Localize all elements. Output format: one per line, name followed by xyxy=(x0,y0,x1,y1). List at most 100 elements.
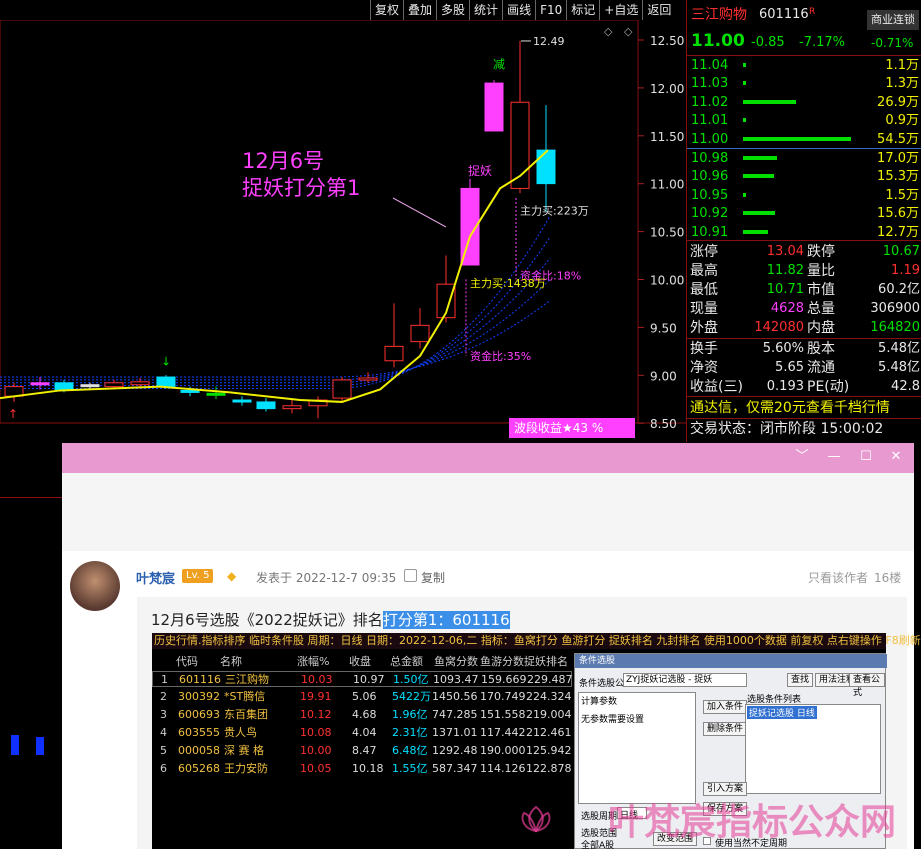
candle-body xyxy=(156,376,176,388)
volume-area xyxy=(0,445,62,849)
table-cell: 1292.48 xyxy=(432,744,478,757)
toolbar-button[interactable]: 复权 xyxy=(370,0,403,20)
toolbar-button[interactable]: 叠加 xyxy=(403,0,436,20)
formula-select[interactable]: ZYJ捉妖记选股 - 捉妖 xyxy=(623,673,747,687)
table-cell: 8.47 xyxy=(352,744,377,757)
toolbar-button[interactable]: 统计 xyxy=(469,0,502,20)
find-button[interactable]: 查找 xyxy=(787,673,814,687)
table-row[interactable]: 5 000058 深 赛 格 10.00 8.47 6.48亿 1292.48 190.000… xyxy=(152,743,572,759)
post-text-selected[interactable]: 打分第1：601116 xyxy=(382,611,510,629)
table-header[interactable]: 鱼窝分数 xyxy=(434,653,478,669)
stat-value: 5.65 xyxy=(775,360,804,375)
price-change-pct: -7.17% xyxy=(799,35,845,50)
stat-value: 10.71 xyxy=(766,282,804,297)
table-cell: 4.68 xyxy=(352,708,377,721)
stat-value: 164820 xyxy=(870,320,920,335)
table-cell: 117.442 xyxy=(480,726,526,739)
table-header[interactable]: 代码 xyxy=(176,653,198,669)
table-row[interactable]: 4 603555 贵人鸟 10.08 4.04 2.31亿 1371.01 117.442 21… xyxy=(152,725,572,741)
book-volume: 15.3万 xyxy=(877,169,919,185)
post-author[interactable]: 叶梵宸 xyxy=(136,568,175,587)
book-row[interactable]: 11.04 1.1万 xyxy=(687,57,921,75)
chart-frame xyxy=(0,20,639,424)
candlestick-chart[interactable]: 12.50 12.00 11.50 11.00 10.50 10.00 9.50 9.00 8.… xyxy=(0,20,686,445)
table-header[interactable]: 总金额 xyxy=(390,653,423,669)
close-icon[interactable]: ✕ xyxy=(888,449,904,465)
book-row[interactable]: 10.91 12.7万 xyxy=(687,224,921,242)
toolbar-button[interactable]: +自选 xyxy=(599,0,642,20)
book-volume: 0.9万 xyxy=(885,113,919,129)
table-row[interactable]: 1 601116 三江购物 10.03 10.97 1.50亿 1093.47 159.669… xyxy=(152,671,573,687)
table-cell: 122.878 xyxy=(526,762,572,775)
table-cell: 1371.01 xyxy=(432,726,478,739)
candle-body xyxy=(80,384,100,388)
table-header[interactable]: 捉妖排名 xyxy=(524,653,568,669)
book-row[interactable]: 11.00 54.5万 xyxy=(687,131,921,149)
table-cell: 125.942 xyxy=(526,744,572,757)
sector-name[interactable]: 商业连锁 xyxy=(867,10,919,30)
stat-value: 5.48亿 xyxy=(878,360,920,375)
stat-label: 总量 xyxy=(807,301,835,317)
table-cell: 747.285 xyxy=(432,708,478,721)
candle-body xyxy=(232,399,252,403)
book-row[interactable]: 10.92 15.6万 xyxy=(687,205,921,223)
table-header[interactable]: 名称 xyxy=(220,653,242,669)
dropdown-icon[interactable]: ﹀ xyxy=(794,449,810,465)
candle-body xyxy=(30,382,50,386)
table-cell: 1.50亿 xyxy=(393,673,429,686)
book-row[interactable]: 10.95 1.5万 xyxy=(687,187,921,205)
table-row[interactable]: 6 605268 王力安防 10.05 10.18 1.55亿 587.347 114.126… xyxy=(152,761,572,777)
screenshot-header: 历史行情.指标排序 临时条件股 周期：日线 日期：2022-12-06,二 指标… xyxy=(152,633,921,649)
table-cell: 2 xyxy=(160,690,167,703)
stat-row: 最高 11.82 量比 1.19 xyxy=(687,262,921,280)
book-row[interactable]: 11.01 0.9万 xyxy=(687,112,921,130)
copy-icon[interactable] xyxy=(404,569,417,582)
band-line xyxy=(0,279,551,381)
toolbar-button[interactable]: F10 xyxy=(535,0,566,20)
book-row[interactable]: 11.03 1.3万 xyxy=(687,75,921,93)
price-axis-label: 12.50 xyxy=(650,34,684,48)
minimize-icon[interactable]: — xyxy=(826,449,842,465)
table-cell: 5 xyxy=(160,744,167,757)
toolbar-button[interactable]: 标记 xyxy=(566,0,599,20)
table-row[interactable]: 2 300392 *ST腾信 19.91 5.06 5422万 1450.56 170.749… xyxy=(152,689,572,705)
table-header[interactable]: 收盘 xyxy=(349,653,371,669)
annotation-title: 12月6号 xyxy=(242,149,324,173)
maximize-icon[interactable]: ☐ xyxy=(858,449,874,465)
avatar[interactable] xyxy=(70,561,120,611)
table-row[interactable]: 3 600693 东百集团 10.12 4.68 1.96亿 747.285 151.558 2… xyxy=(152,707,572,723)
only-author-link[interactable]: 只看该作者 xyxy=(808,569,868,586)
toolbar-button[interactable]: 多股 xyxy=(436,0,469,20)
stat-label: 最低 xyxy=(690,282,718,298)
book-row[interactable]: 11.02 26.9万 xyxy=(687,94,921,112)
book-price: 11.03 xyxy=(691,76,729,92)
add-condition-button[interactable]: 加入条件 xyxy=(703,700,748,714)
table-header[interactable]: 涨幅% xyxy=(297,653,329,669)
condition-list-item[interactable]: 捉妖记选股 日线 xyxy=(747,706,817,719)
price-change: -0.85 xyxy=(751,35,785,50)
book-row[interactable]: 10.96 15.3万 xyxy=(687,168,921,186)
stat-row: 最低 10.71 市值 60.2亿 xyxy=(687,281,921,299)
table-cell: 1093.47 xyxy=(433,673,479,686)
copy-link[interactable]: 复制 xyxy=(421,569,445,586)
toolbar-button[interactable]: 返回 xyxy=(642,0,675,20)
view-formula-button[interactable]: 查看公式 xyxy=(849,673,885,698)
trading-desktop: 复权 叠加 多股 统计 画线 F10 标记 +自选 返回 12.50 12.00 11.50 11.0… xyxy=(0,0,921,849)
stat-label: PE(动) xyxy=(807,379,850,395)
promo-text[interactable]: 通达信，仅需20元查看千档行情 xyxy=(690,399,921,417)
table-cell: 229.487 xyxy=(527,673,573,686)
stat-value: 5.60% xyxy=(762,341,804,356)
table-cell: 10.03 xyxy=(301,673,333,686)
book-volume: 12.7万 xyxy=(877,224,919,240)
stat-label: 现量 xyxy=(690,301,718,317)
toolbar-button[interactable]: 画线 xyxy=(502,0,535,20)
table-cell: 三江购物 xyxy=(225,673,269,686)
book-volume: 17.0万 xyxy=(877,151,919,166)
candle-body xyxy=(256,401,276,410)
price-axis-label: 9.50 xyxy=(650,321,677,335)
book-row[interactable]: 10.98 17.0万 xyxy=(687,150,921,168)
book-volume-bar xyxy=(743,174,774,179)
table-header[interactable]: 鱼游分数 xyxy=(480,653,524,669)
delete-condition-button[interactable]: 删除条件 xyxy=(703,722,748,736)
table-cell: 605268 xyxy=(178,762,220,775)
